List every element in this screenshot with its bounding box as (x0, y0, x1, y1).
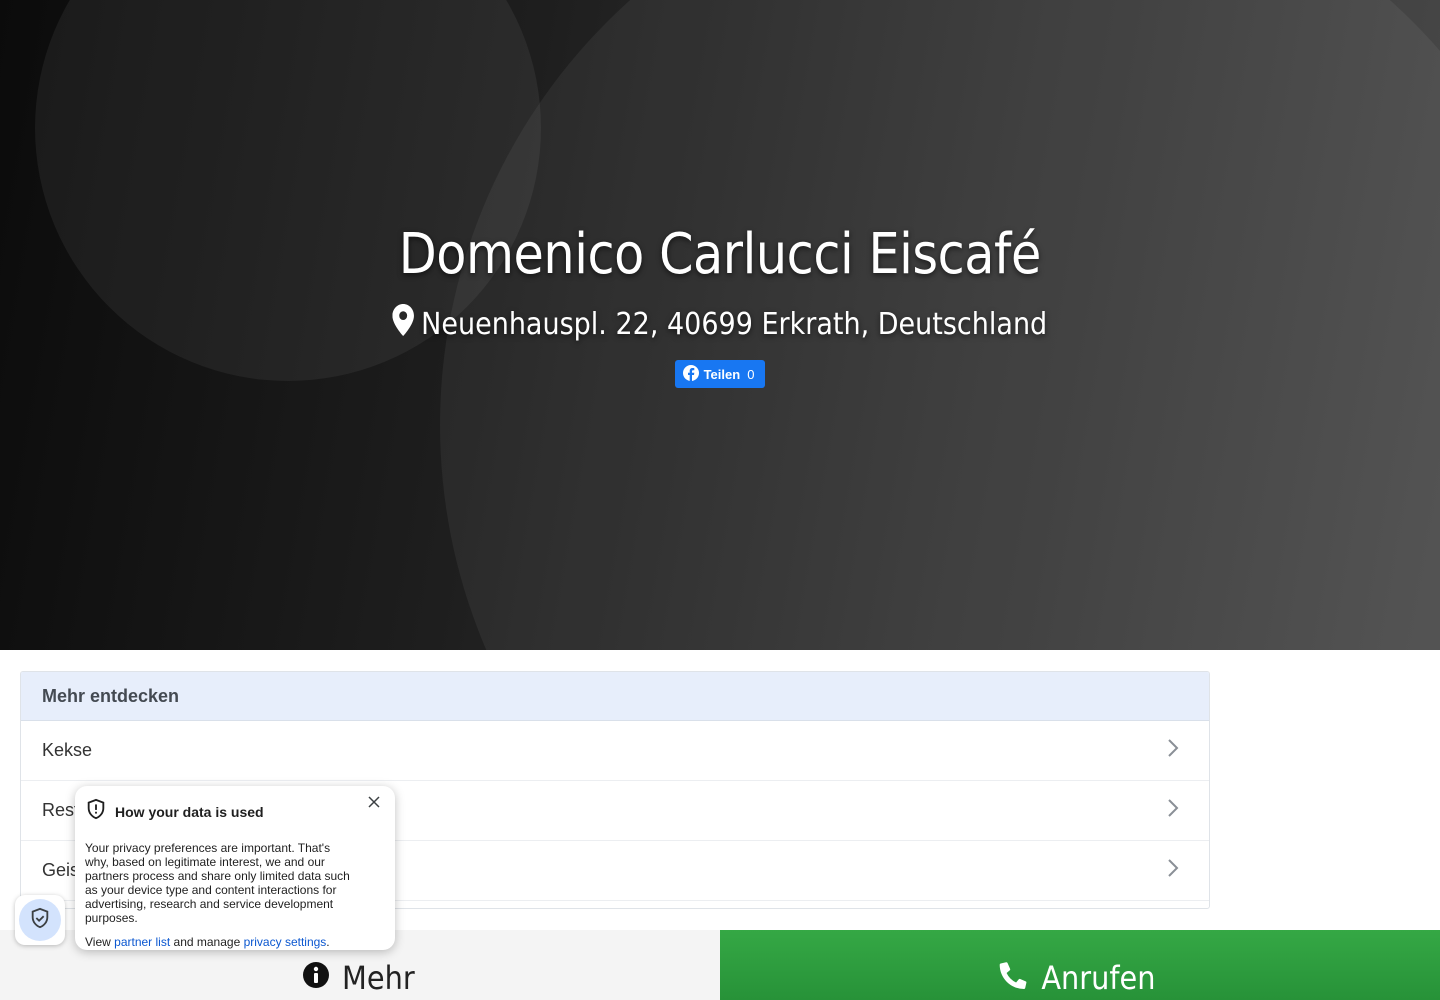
phone-icon (999, 959, 1027, 997)
chevron-right-icon (1167, 798, 1179, 823)
footer-prefix: View (85, 935, 111, 949)
share-count: 0 (747, 366, 755, 382)
address-line[interactable]: Neuenhauspl. 22, 40699 Erkrath, Deutschl… (392, 304, 1048, 346)
privacy-title: How your data is used (115, 803, 264, 820)
chevron-right-icon (1167, 738, 1179, 763)
share-label: Teilen (703, 366, 741, 382)
privacy-settings-button[interactable] (15, 895, 65, 945)
privacy-body: Your privacy preferences are important. … (85, 841, 350, 925)
footer-middle: and manage (173, 935, 241, 949)
list-item-label: Kekse (42, 740, 93, 760)
shield-alert-icon (85, 798, 107, 825)
hero-content: Domenico Carlucci Eiscafé Neuenhauspl. 2… (0, 222, 1440, 388)
footer-suffix: . (326, 935, 330, 949)
map-pin-icon (392, 304, 415, 346)
privacy-footer: View partner list and manage privacy set… (85, 935, 385, 949)
privacy-settings-link[interactable]: privacy settings (244, 935, 327, 949)
partner-list-link[interactable]: partner list (114, 935, 170, 949)
chevron-right-icon (1167, 858, 1179, 883)
call-label: Anrufen (1040, 959, 1156, 997)
list-item-label: Rest (42, 800, 80, 820)
facebook-share-button[interactable]: Teilen 0 (674, 360, 766, 388)
page-title: Domenico Carlucci Eiscafé (398, 222, 1042, 287)
close-icon (368, 796, 380, 811)
hero-banner: Domenico Carlucci Eiscafé Neuenhauspl. 2… (0, 0, 1440, 650)
more-label: Mehr (341, 959, 415, 997)
discover-heading: Mehr entdecken (21, 672, 1209, 721)
list-item-label: Geis (42, 860, 80, 880)
facebook-icon (682, 364, 699, 384)
call-button[interactable]: Anrufen (720, 930, 1440, 1000)
close-popup-button[interactable] (367, 796, 381, 810)
privacy-popup: How your data is used Your privacy prefe… (75, 786, 395, 950)
shield-check-icon (29, 907, 51, 934)
info-circle-icon (302, 959, 330, 997)
address-text: Neuenhauspl. 22, 40699 Erkrath, Deutschl… (421, 307, 1048, 342)
list-item[interactable]: Kekse (21, 721, 1209, 781)
